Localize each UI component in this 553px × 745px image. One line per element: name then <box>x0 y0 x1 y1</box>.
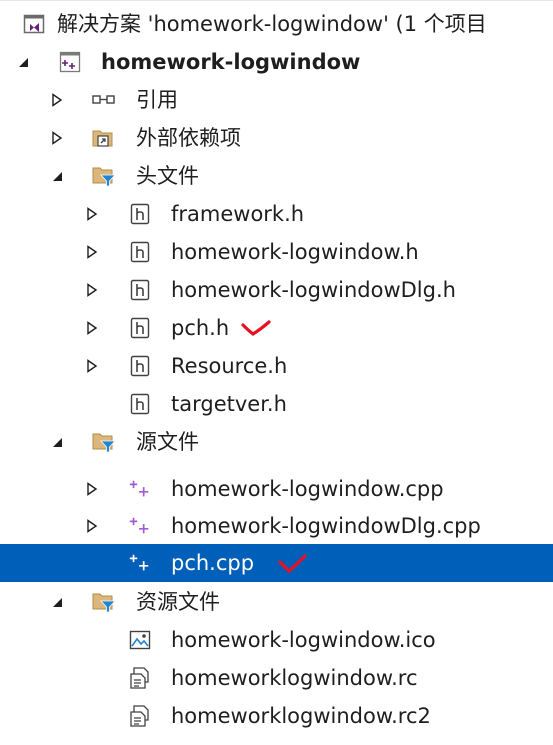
source-files-label: 源文件 <box>136 430 199 454</box>
vc-project-icon <box>58 50 82 74</box>
cpp-file-icon <box>128 477 152 501</box>
top-divider <box>0 0 553 1</box>
resource-files-folder[interactable]: 资源文件 <box>0 583 553 621</box>
solution-explorer-tree: 解决方案 'homework-logwindow' (1 个项目 homewor… <box>0 0 553 745</box>
filter-folder-icon <box>92 590 116 614</box>
collapse-arrow-icon[interactable] <box>49 434 65 450</box>
file-label: homework-logwindow.cpp <box>171 477 444 501</box>
file-label: homework-logwindowDlg.cpp <box>171 514 481 538</box>
solution-icon <box>22 12 46 36</box>
header-file-icon <box>128 354 152 378</box>
references-label: 引用 <box>136 88 178 112</box>
file-framework-h[interactable]: framework.h <box>0 195 553 233</box>
file-homework-logwindow-ico[interactable]: homework-logwindow.ico <box>0 621 553 659</box>
solution-node[interactable]: 解决方案 'homework-logwindow' (1 个项目 <box>0 5 553 43</box>
expand-arrow-icon[interactable] <box>84 358 100 374</box>
header-file-icon <box>128 202 152 226</box>
expand-arrow-icon[interactable] <box>49 92 65 108</box>
expand-arrow-icon[interactable] <box>84 320 100 336</box>
project-label: homework-logwindow <box>101 50 361 74</box>
file-homeworklogwindow-rc[interactable]: homeworklogwindow.rc <box>0 659 553 697</box>
file-homework-logwindow-cpp[interactable]: homework-logwindow.cpp <box>0 470 553 508</box>
expand-arrow-icon[interactable] <box>84 518 100 534</box>
collapse-arrow-icon[interactable] <box>15 54 31 70</box>
file-label: homework-logwindow.h <box>171 240 419 264</box>
file-label: homeworklogwindow.rc <box>171 666 418 690</box>
cpp-file-icon <box>128 514 152 538</box>
header-files-folder[interactable]: 头文件 <box>0 157 553 195</box>
header-file-icon <box>128 392 152 416</box>
red-check-mark <box>241 319 271 344</box>
project-node[interactable]: homework-logwindow <box>0 43 553 81</box>
header-file-icon <box>128 240 152 264</box>
external-deps-label: 外部依赖项 <box>136 126 241 150</box>
header-files-label: 头文件 <box>136 164 199 188</box>
collapse-arrow-icon[interactable] <box>49 168 65 184</box>
references-icon <box>92 88 116 112</box>
cpp-file-icon <box>128 551 152 575</box>
file-label: framework.h <box>171 202 305 226</box>
resource-files-label: 资源文件 <box>136 590 220 614</box>
file-homeworklogwindow-rc2[interactable]: homeworklogwindow.rc2 <box>0 697 553 735</box>
file-homework-logwindow-h[interactable]: homework-logwindow.h <box>0 233 553 271</box>
header-file-icon <box>128 278 152 302</box>
file-label: homework-logwindowDlg.h <box>171 278 456 302</box>
external-dependencies-icon <box>92 126 116 150</box>
file-label: pch.h <box>171 316 230 340</box>
expand-arrow-icon[interactable] <box>49 130 65 146</box>
header-file-icon <box>128 316 152 340</box>
expand-arrow-icon[interactable] <box>84 206 100 222</box>
file-homework-logwindowdlg-cpp[interactable]: homework-logwindowDlg.cpp <box>0 507 553 545</box>
source-files-folder[interactable]: 源文件 <box>0 423 553 461</box>
references-node[interactable]: 引用 <box>0 81 553 119</box>
filter-folder-icon <box>92 164 116 188</box>
file-label: homework-logwindow.ico <box>171 628 436 652</box>
file-label: Resource.h <box>171 354 288 378</box>
red-check-mark <box>278 553 308 580</box>
resource-file-icon <box>128 666 152 690</box>
file-resource-h[interactable]: Resource.h <box>0 347 553 385</box>
file-label: homeworklogwindow.rc2 <box>171 704 431 728</box>
collapse-arrow-icon[interactable] <box>49 594 65 610</box>
solution-label: 解决方案 'homework-logwindow' (1 个项目 <box>57 12 487 36</box>
image-file-icon <box>128 628 152 652</box>
file-homework-logwindowdlg-h[interactable]: homework-logwindowDlg.h <box>0 271 553 309</box>
file-pch-h[interactable]: pch.h <box>0 309 553 347</box>
filter-folder-icon <box>92 430 116 454</box>
expand-arrow-icon[interactable] <box>84 244 100 260</box>
file-label: targetver.h <box>171 392 287 416</box>
resource-file-icon <box>128 704 152 728</box>
external-deps-node[interactable]: 外部依赖项 <box>0 119 553 157</box>
file-label: pch.cpp <box>171 551 255 575</box>
file-pch-cpp[interactable]: pch.cpp <box>0 544 553 582</box>
expand-arrow-icon[interactable] <box>84 282 100 298</box>
expand-arrow-icon[interactable] <box>84 481 100 497</box>
file-targetver-h[interactable]: targetver.h <box>0 385 553 423</box>
